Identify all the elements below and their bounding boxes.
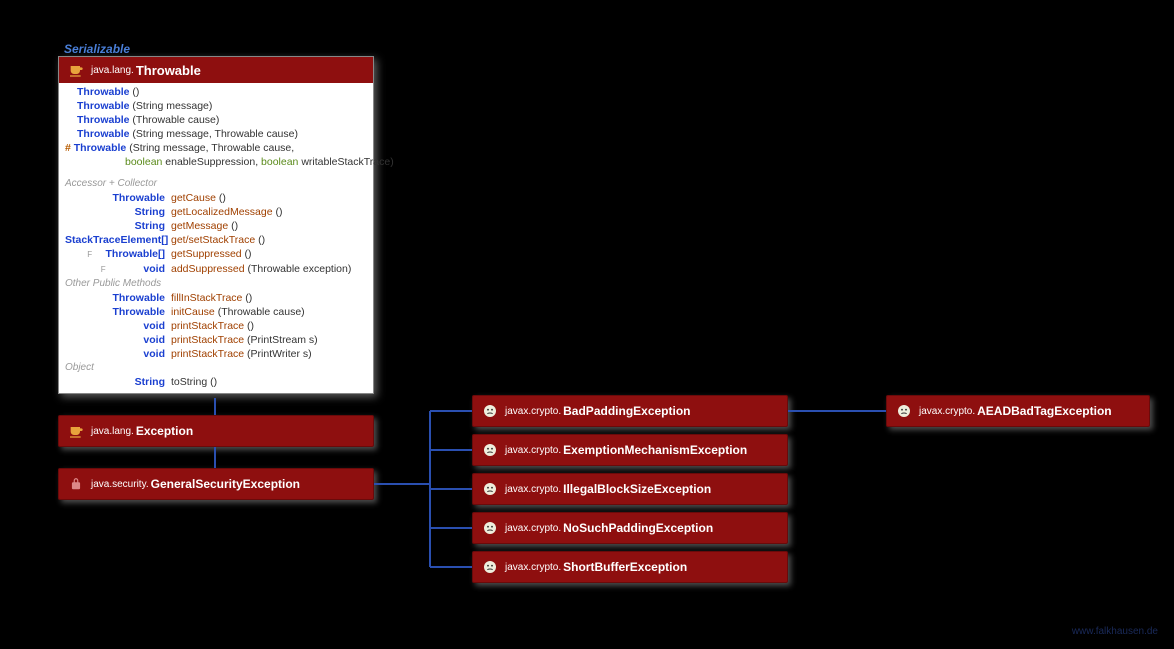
cup-icon — [67, 61, 85, 79]
method-args: (PrintStream s) — [244, 334, 318, 346]
return-type: Throwable[] — [106, 248, 166, 260]
face-icon — [481, 558, 499, 576]
package-label: javax.crypto. — [919, 406, 975, 417]
return-type: Throwable — [65, 291, 171, 305]
return-type: Throwable — [65, 305, 171, 319]
bool-param: boolean — [261, 156, 298, 168]
method-name: fillInStackTrace — [171, 292, 242, 304]
face-icon — [481, 441, 499, 459]
face-icon — [481, 402, 499, 420]
method-name: initCause — [171, 306, 215, 318]
ctor-args: (String message) — [130, 100, 213, 112]
method-args: (Throwable cause) — [215, 306, 305, 318]
return-type: void — [143, 263, 165, 275]
section-other: Other Public Methods — [65, 277, 367, 291]
face-icon — [895, 402, 913, 420]
class-name: BadPaddingException — [563, 404, 690, 418]
method-name: printStackTrace — [171, 320, 244, 332]
face-icon — [481, 519, 499, 537]
class-name: Throwable — [136, 63, 201, 78]
class-name: ShortBufferException — [563, 560, 687, 574]
class-name: AEADBadTagException — [977, 404, 1111, 418]
ctor-args: (String message, Throwable cause) — [130, 128, 298, 140]
method-name: getSuppressed — [171, 248, 242, 260]
method-args: () — [242, 248, 252, 260]
package-label: javax.crypto. — [505, 406, 561, 417]
method-name: printStackTrace — [171, 348, 244, 360]
package-label: java.lang. — [91, 65, 134, 76]
return-type: void — [65, 333, 171, 347]
method-name: getCause — [171, 192, 216, 204]
bpe-class-box: javax.crypto. BadPaddingException — [472, 395, 788, 427]
ctor: Throwable — [77, 100, 130, 112]
ctor: Throwable — [77, 128, 130, 140]
throwable-body: Throwable () Throwable (String message) … — [59, 83, 373, 393]
method-args: () — [228, 220, 238, 232]
method-args: () — [244, 320, 254, 332]
return-type: String — [65, 375, 171, 389]
method-name: addSuppressed — [171, 263, 245, 275]
sbe-class-box: javax.crypto. ShortBufferException — [472, 551, 788, 583]
ibse-class-box: javax.crypto. IllegalBlockSizeException — [472, 473, 788, 505]
final-marker: F — [101, 265, 144, 274]
method-name: getMessage — [171, 220, 228, 232]
exception-class-box: java.lang. Exception — [58, 415, 374, 447]
method-name: getLocalizedMessage — [171, 206, 273, 218]
method-name: toString — [171, 376, 207, 388]
ctor-args: (String message, Throwable cause, — [126, 142, 294, 154]
watermark: www.falkhausen.de — [1072, 626, 1158, 637]
return-type: void — [65, 347, 171, 361]
face-icon — [481, 480, 499, 498]
class-name: NoSuchPaddingException — [563, 521, 713, 535]
protected-marker: # — [65, 142, 74, 154]
class-name: ExemptionMechanismException — [563, 443, 747, 457]
method-args: (Throwable exception) — [245, 263, 352, 275]
method-args: () — [242, 292, 252, 304]
class-name: GeneralSecurityException — [151, 477, 300, 491]
ctor-args: () — [130, 86, 140, 98]
class-name: IllegalBlockSizeException — [563, 482, 711, 496]
return-type: Throwable — [65, 191, 171, 205]
package-label: java.lang. — [91, 426, 134, 437]
serializable-label: Serializable — [64, 42, 130, 56]
section-object: Object — [65, 361, 367, 375]
nspe-class-box: javax.crypto. NoSuchPaddingException — [472, 512, 788, 544]
final-marker: F — [87, 250, 105, 259]
method-name: get/setStackTrace — [171, 234, 255, 246]
package-label: javax.crypto. — [505, 445, 561, 456]
bool-param: boolean — [125, 156, 162, 168]
return-type: StackTraceElement[] — [65, 233, 171, 247]
ctor: Throwable — [74, 142, 127, 154]
aead-class-box: javax.crypto. AEADBadTagException — [886, 395, 1150, 427]
gse-class-box: java.security. GeneralSecurityException — [58, 468, 374, 500]
cup-icon — [67, 422, 85, 440]
section-accessor: Accessor + Collector — [65, 177, 367, 191]
class-name: Exception — [136, 424, 193, 438]
eme-class-box: javax.crypto. ExemptionMechanismExceptio… — [472, 434, 788, 466]
method-args: (PrintWriter s) — [244, 348, 311, 360]
method-args: () — [207, 376, 217, 388]
ctor: Throwable — [77, 86, 130, 98]
ctor-args: (Throwable cause) — [130, 114, 220, 126]
return-type: void — [65, 319, 171, 333]
ctor: Throwable — [77, 114, 130, 126]
method-args: () — [273, 206, 283, 218]
method-args: () — [216, 192, 226, 204]
package-label: javax.crypto. — [505, 562, 561, 573]
package-label: java.security. — [91, 479, 149, 490]
return-type: String — [65, 219, 171, 233]
package-label: javax.crypto. — [505, 484, 561, 495]
method-name: printStackTrace — [171, 334, 244, 346]
throwable-header: java.lang. Throwable — [59, 57, 373, 83]
package-label: javax.crypto. — [505, 523, 561, 534]
return-type: String — [65, 205, 171, 219]
method-args: () — [255, 234, 265, 246]
throwable-class-box: java.lang. Throwable Throwable () Throwa… — [58, 56, 374, 394]
lock-icon — [67, 475, 85, 493]
